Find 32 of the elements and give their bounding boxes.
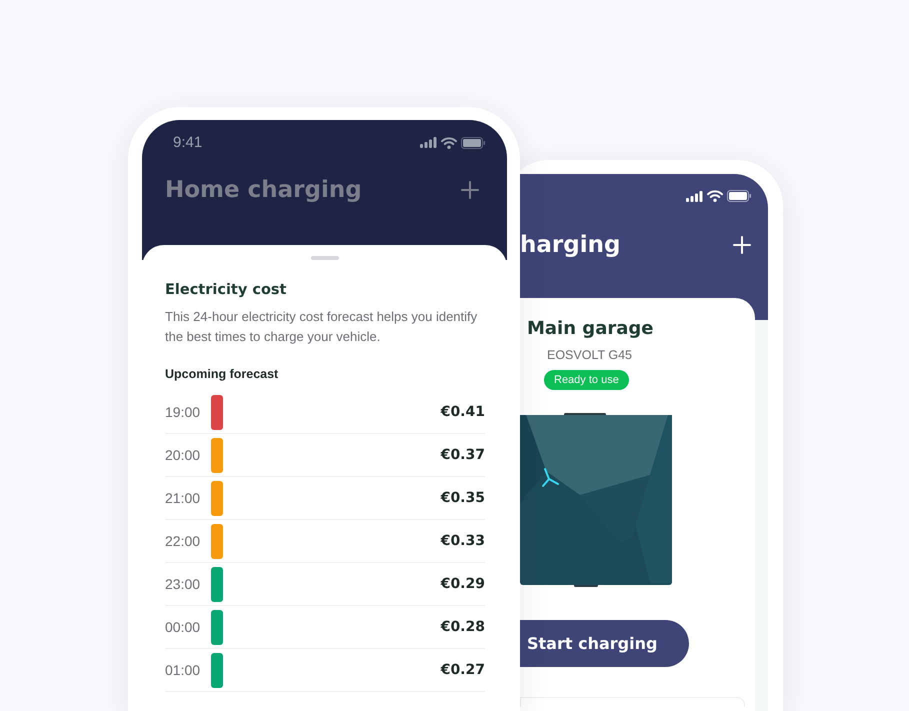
sheet-description: This 24-hour electricity cost forecast helps you identify the best times to charge your vehicle. [165, 308, 478, 346]
forecast-time: 22:00 [165, 533, 202, 549]
status-badge: Ready to use [544, 370, 629, 390]
forecast-time: 00:00 [165, 619, 202, 635]
forecast-time: 21:00 [165, 490, 202, 506]
charger-model: EOSVOLT G45 [547, 348, 632, 362]
forecast-time: 23:00 [165, 576, 202, 592]
forecast-time: 20:00 [165, 447, 202, 463]
signal-icon [686, 190, 703, 202]
forecast-price: €0.35 [440, 490, 485, 506]
sheet-title: Electricity cost [165, 282, 288, 298]
drag-handle[interactable] [311, 256, 339, 260]
screen-title: harging [520, 232, 620, 258]
add-icon[interactable] [461, 181, 479, 199]
status-time: 9:41 [173, 134, 202, 151]
wifi-icon [707, 190, 723, 202]
forecast-price: €0.29 [440, 576, 485, 592]
start-charging-button[interactable]: Start charging [520, 620, 689, 667]
forecast-time: 01:00 [165, 662, 202, 678]
signal-icon [420, 137, 437, 148]
charger-name: Main garage [527, 318, 654, 339]
screen-title: Home charging [165, 177, 362, 203]
forecast-price: €0.41 [440, 404, 485, 420]
battery-icon [461, 136, 485, 148]
section-title: Upcoming forecast [165, 367, 280, 381]
wifi-icon [441, 136, 457, 148]
battery-icon [727, 190, 751, 202]
forecast-time: 19:00 [165, 404, 202, 420]
forecast-price: €0.28 [440, 619, 485, 635]
forecast-price: €0.37 [440, 447, 485, 463]
forecast-price: €0.27 [440, 662, 485, 678]
forecast-price: €0.33 [440, 533, 485, 549]
